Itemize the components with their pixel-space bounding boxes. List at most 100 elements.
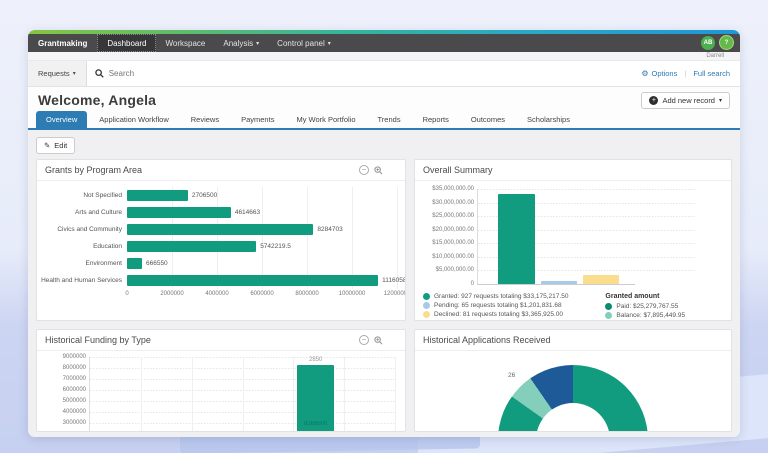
search-input[interactable] [109, 69, 409, 78]
legend-label: Declined: 81 requests totaling $3,365,92… [434, 311, 563, 318]
brand-label: Grantmaking [28, 34, 97, 52]
y-tick: $10,000,000.00 [432, 254, 478, 260]
bar-row: Arts and Culture4614663 [39, 204, 397, 221]
bar[interactable] [127, 190, 188, 201]
panel-title: Grants by Program Area [45, 165, 142, 175]
plus-icon: + [649, 96, 658, 105]
help-button[interactable]: ? [719, 35, 734, 50]
grid-view-icon[interactable] [387, 165, 397, 175]
legend-dot [605, 312, 612, 319]
search-scope-label: Requests [38, 69, 70, 78]
y-tick: 0 [471, 281, 478, 287]
value-label: 11160582 [382, 277, 405, 284]
slice-label: 26 [508, 372, 515, 379]
tab-trends[interactable]: Trends [368, 111, 411, 128]
collapse-icon[interactable]: − [359, 335, 369, 345]
full-search-link[interactable]: Full search [693, 69, 730, 78]
bar-track: 2706500 [127, 187, 397, 204]
dashboard-content: ✎ Edit Grants by Program Area − Not Spec… [28, 130, 740, 437]
category-label: Health and Human Services [39, 277, 127, 284]
gridline [262, 204, 263, 221]
plot-area: $35,000,000.00$30,000,000.00$25,000,000.… [477, 189, 635, 285]
gridline [307, 187, 308, 204]
gridline [293, 357, 294, 431]
tab-reviews[interactable]: Reviews [181, 111, 229, 128]
tab-reports[interactable]: Reports [413, 111, 459, 128]
y-tick: $5,000,000.00 [436, 267, 478, 273]
grid-view-icon[interactable] [387, 335, 397, 345]
bar[interactable] [127, 258, 142, 269]
nav-item-control-panel[interactable]: Control panel▾ [268, 34, 340, 52]
search-scope-dropdown[interactable]: Requests ▾ [28, 61, 87, 86]
legend-column: Granted: 927 requests totaling $33,175,2… [423, 293, 605, 319]
y-tick: 7000000 [63, 376, 90, 382]
divider: | [684, 69, 686, 78]
bar-granted[interactable] [498, 194, 534, 284]
panel-title: Overall Summary [423, 165, 493, 175]
gridline [262, 187, 263, 204]
category-label: Not Specified [39, 192, 127, 199]
gridline [397, 255, 398, 272]
gridline [217, 255, 218, 272]
tab-payments[interactable]: Payments [231, 111, 284, 128]
gridline [141, 357, 142, 431]
tab-outcomes[interactable]: Outcomes [461, 111, 515, 128]
gridline [397, 204, 398, 221]
gridline [352, 221, 353, 238]
gridline [395, 357, 396, 431]
y-tick: $35,000,000.00 [432, 186, 478, 192]
y-tick: $25,000,000.00 [432, 213, 478, 219]
plot-area: 9000000800000070000006000000500000040000… [89, 357, 395, 431]
zoom-icon[interactable] [373, 165, 383, 175]
tab-overview[interactable]: Overview [36, 111, 87, 128]
options-link[interactable]: ⚙Options [641, 69, 677, 78]
y-tick: $30,000,000.00 [432, 200, 478, 206]
collapse-icon[interactable]: − [359, 165, 369, 175]
y-tick: 8000000 [63, 365, 90, 371]
chevron-down-icon: ▾ [328, 40, 331, 47]
panel-historical-funding-by-type: Historical Funding by Type − 90000008000… [36, 329, 406, 432]
zoom-icon[interactable] [373, 335, 383, 345]
bar[interactable] [127, 241, 256, 252]
gridline [352, 255, 353, 272]
nav-item-dashboard[interactable]: Dashboard [97, 34, 156, 52]
tab-scholarships[interactable]: Scholarships [517, 111, 580, 128]
panel-overall-summary: Overall Summary $35,000,000.00$30,000,00… [414, 159, 732, 321]
gridline [397, 238, 398, 255]
tab-my-work-portfolio[interactable]: My Work Portfolio [286, 111, 365, 128]
category-label: Civics and Community [39, 226, 127, 233]
nav-item-analysis[interactable]: Analysis▾ [214, 34, 268, 52]
gridline [352, 187, 353, 204]
nav-item-label: Analysis [223, 39, 253, 48]
nav-item-workspace[interactable]: Workspace [156, 34, 214, 52]
y-tick: 6000000 [63, 387, 90, 393]
bar-declined[interactable] [583, 275, 619, 284]
edit-button[interactable]: ✎ Edit [36, 137, 75, 154]
legend-column: Granted amountPaid: $25,279,767.55Balanc… [605, 293, 727, 319]
tab-application-workflow[interactable]: Application Workflow [89, 111, 178, 128]
bar[interactable] [127, 224, 313, 235]
add-new-record-button[interactable]: + Add new record ▾ [641, 92, 730, 109]
category-label: Education [39, 243, 127, 250]
bar-row: Not Specified 2706500 [39, 187, 397, 204]
bar-pending[interactable] [541, 281, 577, 284]
page-header: Welcome, Angela + Add new record ▾ [28, 87, 740, 113]
value-label: 2706500 [192, 192, 217, 199]
gridline [478, 189, 695, 190]
user-avatar[interactable]: AB [701, 36, 715, 50]
bar[interactable] [127, 275, 378, 286]
y-tick: $15,000,000.00 [432, 240, 478, 246]
page-title: Welcome, Angela [38, 92, 156, 108]
x-tick: 10000000 [339, 291, 366, 297]
x-tick: 2000000 [160, 291, 183, 297]
bar[interactable] [127, 207, 231, 218]
value-label: 5742219.5 [260, 243, 291, 250]
chevron-down-icon: ▾ [719, 97, 722, 104]
bar[interactable]: 28508268600 [297, 365, 334, 431]
value-label: 666550 [146, 260, 168, 267]
x-tick: 0 [125, 291, 128, 297]
value-label: 8268600 [297, 421, 334, 427]
gridline [262, 255, 263, 272]
legend-item: Balance: $7,895,449.95 [605, 312, 727, 319]
gridline [172, 255, 173, 272]
